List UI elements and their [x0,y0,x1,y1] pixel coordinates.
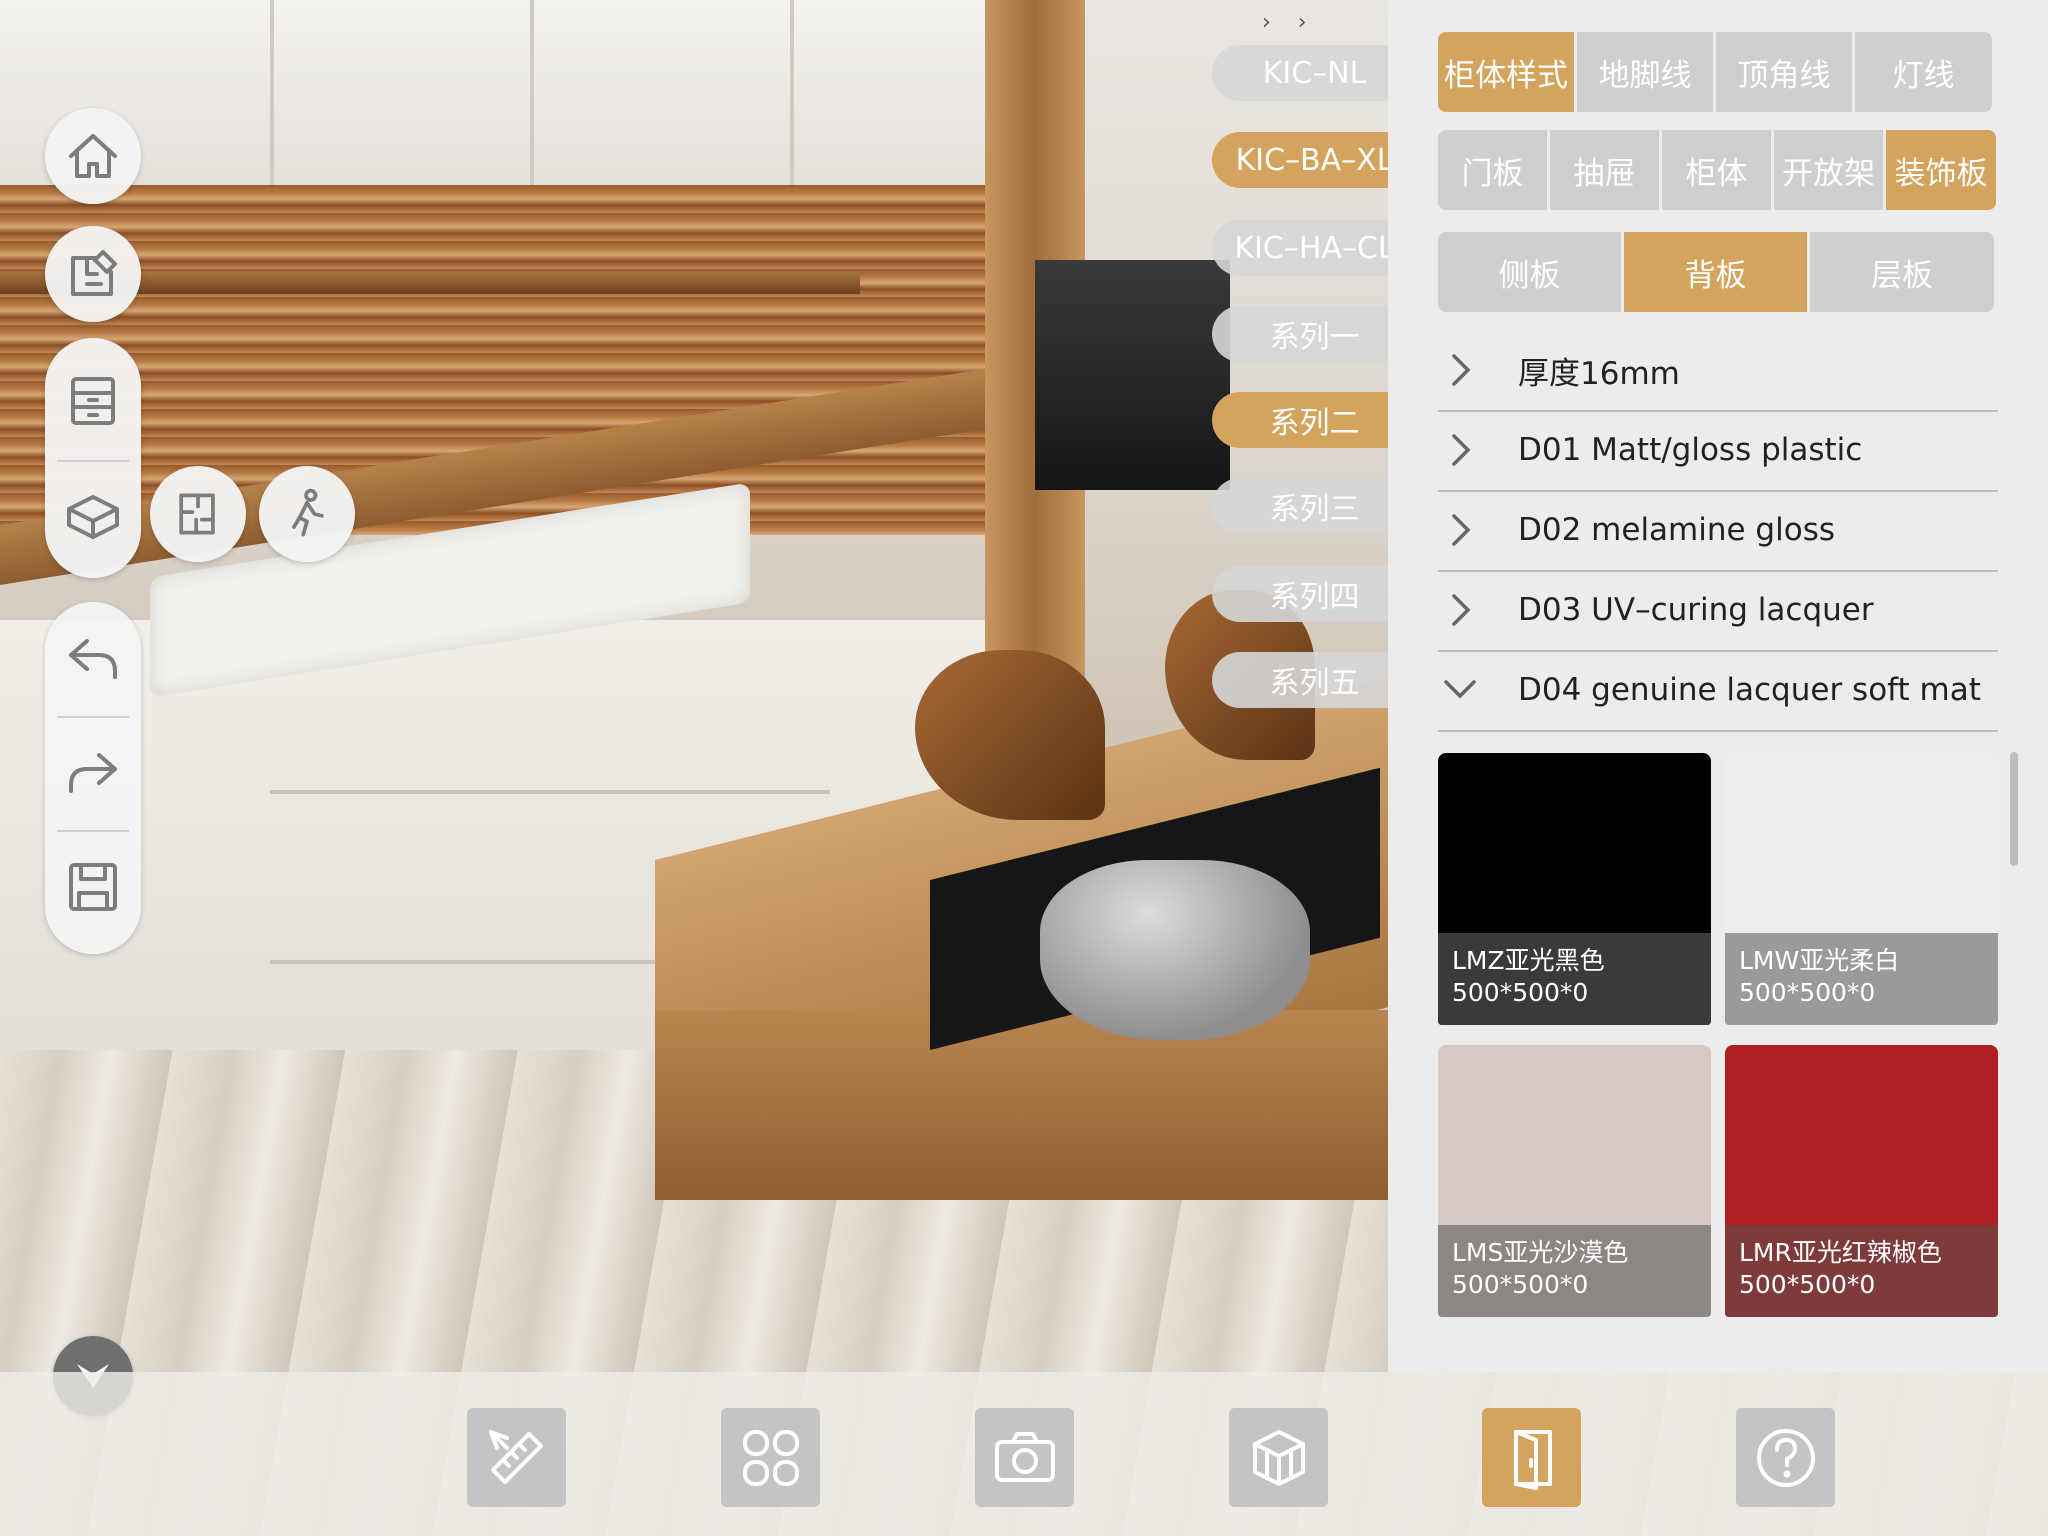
floorplan-view-button[interactable] [150,466,246,562]
series-item[interactable]: KIC–BA–XL [1212,132,1417,188]
swatch-name: LMR亚光红辣椒色 [1739,1238,1942,1267]
swatch-name: LMS亚光沙漠色 [1452,1238,1629,1267]
swatch-caption: LMW亚光柔白 500*500*0 [1725,933,1998,1025]
history-group [45,602,141,954]
door-button[interactable] [1482,1408,1581,1507]
swatch-size: 500*500*0 [1739,1270,1876,1299]
swatch-name: LMW亚光柔白 [1739,946,1900,975]
save-button[interactable] [53,832,133,942]
tab-carcass[interactable]: 柜体 [1662,130,1771,210]
panel-scrollbar[interactable] [2010,752,2018,866]
series-item[interactable]: KIC–HA–CL [1212,220,1417,276]
series-item[interactable]: 系列二 [1212,392,1417,448]
series-item[interactable]: 系列三 [1212,478,1417,534]
cube-icon [1252,1429,1305,1486]
floorplan-icon [179,493,215,535]
tab-door-panel[interactable]: 门板 [1438,130,1547,210]
3d-view-button[interactable] [53,460,133,570]
measure-button[interactable] [467,1408,566,1507]
accordion-label: D03 UV–curing lacquer [1518,592,1874,628]
3d-box-icon [67,495,119,539]
series-item[interactable]: 系列五 [1212,652,1417,708]
tab-drawer[interactable]: 抽屉 [1550,130,1659,210]
tab-open-shelf[interactable]: 开放架 [1774,130,1883,210]
cube-view-button[interactable] [1229,1408,1328,1507]
accordion-item[interactable]: D03 UV–curing lacquer [1438,570,1998,652]
home-button[interactable] [45,108,141,204]
help-button[interactable] [1736,1408,1835,1507]
swatch-caption: LMR亚光红辣椒色 500*500*0 [1725,1225,1998,1317]
cabinet-icon [71,377,115,425]
tab-crown-molding[interactable]: 顶角线 [1716,32,1852,112]
tab-plinth[interactable]: 地脚线 [1577,32,1713,112]
undo-icon [69,639,117,679]
redo-icon [69,753,117,793]
material-swatch[interactable]: LMR亚光红辣椒色 500*500*0 [1725,1045,1998,1317]
accordion-label: 厚度16mm [1518,355,1680,392]
camera-button[interactable] [975,1408,1074,1507]
swatch-caption: LMS亚光沙漠色 500*500*0 [1438,1225,1711,1317]
material-swatch[interactable]: LMW亚光柔白 500*500*0 [1725,753,1998,1025]
swatch-size: 500*500*0 [1739,978,1876,1007]
pot [1040,860,1310,1040]
accordion-item[interactable]: D04 genuine lacquer soft mat [1438,650,1998,732]
chevron-right-icon [1438,592,1518,628]
tab-light-line[interactable]: 灯线 [1855,32,1992,112]
swatch-name: LMZ亚光黑色 [1452,946,1605,975]
tab-cabinet-style[interactable]: 柜体样式 [1438,32,1574,112]
walk-icon [292,488,324,537]
tab-decor-panel[interactable]: 装饰板 [1886,130,1996,210]
tab-side-panel[interactable]: 侧板 [1438,232,1621,312]
tab-back-panel[interactable]: 背板 [1624,232,1807,312]
redo-button[interactable] [53,718,133,828]
floorplan-edit-icon [71,250,117,296]
material-swatch[interactable]: LMZ亚光黑色 500*500*0 [1438,753,1711,1025]
island-front [655,1010,1390,1200]
tabs-category: 柜体样式 地脚线 顶角线 灯线 [1438,32,1992,112]
cabinet-view-button[interactable] [53,346,133,456]
edit-floorplan-button[interactable] [45,226,141,322]
tab-shelf-board[interactable]: 层板 [1810,232,1994,312]
save-icon [69,863,117,911]
swatch-caption: LMZ亚光黑色 500*500*0 [1438,933,1711,1025]
chevron-right-icon [1438,512,1518,548]
tabs-board: 侧板 背板 层板 [1438,232,1994,312]
chevron-right-icon [1438,352,1518,388]
chevron-down-icon [1438,672,1518,708]
measure-icon [488,1429,543,1484]
accordion-label: D02 melamine gloss [1518,512,1835,548]
help-icon [1756,1428,1815,1487]
series-item[interactable]: KIC–NL [1212,45,1417,101]
view-mode-group [45,338,141,578]
tabs-part: 门板 抽屉 柜体 开放架 装饰板 [1438,130,1996,210]
series-item[interactable]: 系列一 [1212,306,1417,362]
walkthrough-button[interactable] [259,466,355,562]
material-swatch[interactable]: LMS亚光沙漠色 500*500*0 [1438,1045,1711,1317]
accordion-item[interactable]: 厚度16mm [1438,330,1998,412]
camera-icon [994,1431,1055,1482]
upper-cabinets [0,0,1000,185]
accordion-item[interactable]: D01 Matt/gloss plastic [1438,410,1998,492]
swatch-size: 500*500*0 [1452,978,1589,1007]
home-icon [69,134,117,178]
built-in-ovens [1035,260,1230,490]
door-icon [1513,1429,1552,1490]
top-indicator: › › [1262,10,1317,35]
chevron-right-icon [1438,432,1518,468]
catalog-button[interactable] [721,1408,820,1507]
accordion-label: D01 Matt/gloss plastic [1518,432,1863,468]
swatch-size: 500*500*0 [1452,1270,1589,1299]
series-item[interactable]: 系列四 [1212,566,1417,622]
undo-button[interactable] [53,604,133,714]
catalog-grid-icon [742,1429,799,1486]
accordion-item[interactable]: D02 melamine gloss [1438,490,1998,572]
accordion-label: D04 genuine lacquer soft mat [1518,672,1981,708]
